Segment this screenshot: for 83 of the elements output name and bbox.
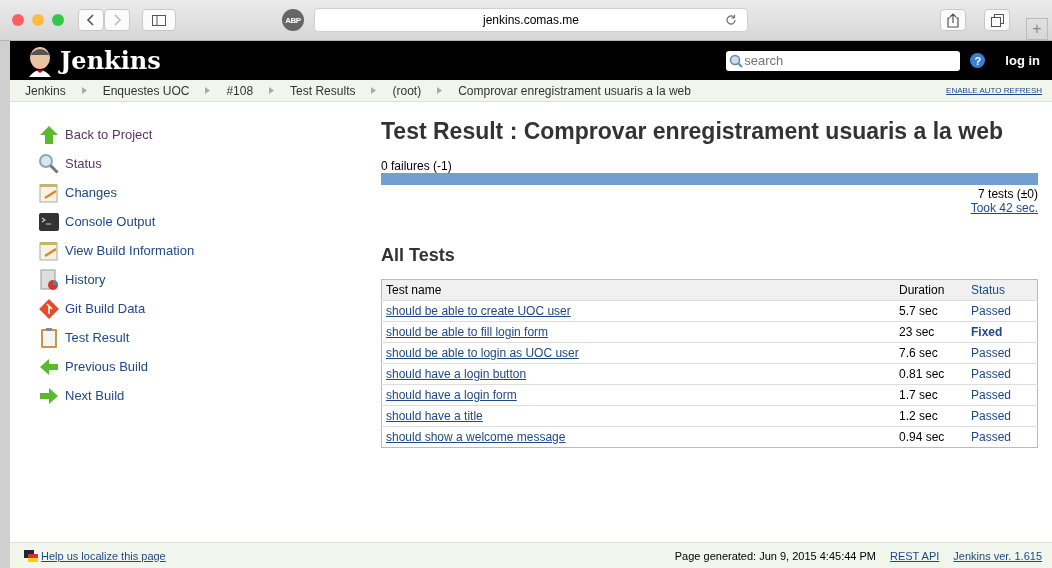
test-name-link[interactable]: should have a title bbox=[386, 409, 483, 423]
breadcrumb-link[interactable]: #108 bbox=[226, 83, 254, 98]
table-cell: 5.7 sec bbox=[895, 300, 967, 322]
caret-icon[interactable] bbox=[269, 87, 275, 94]
version-link[interactable]: Jenkins ver. 1.615 bbox=[953, 549, 1042, 562]
share-button[interactable] bbox=[940, 9, 966, 31]
status-cell: Passed bbox=[967, 405, 1038, 427]
column-header: Test name bbox=[381, 279, 895, 301]
butler-icon bbox=[26, 44, 54, 77]
status-cell: Passed bbox=[967, 426, 1038, 448]
status-cell: Fixed bbox=[967, 321, 1038, 343]
tabs-button[interactable] bbox=[984, 9, 1010, 31]
sidebar-icon[interactable] bbox=[152, 14, 166, 26]
caret-icon[interactable] bbox=[371, 87, 377, 94]
notepad-icon[interactable] bbox=[38, 239, 60, 262]
zoom-button[interactable] bbox=[52, 14, 64, 26]
caret-icon[interactable] bbox=[81, 87, 87, 94]
up-arrow-icon[interactable] bbox=[38, 123, 60, 146]
help-button[interactable]: ? bbox=[970, 53, 986, 68]
test-count: 7 tests (±0) bbox=[977, 187, 1038, 201]
sidebar-link[interactable]: Status bbox=[65, 156, 102, 171]
caret-icon[interactable] bbox=[205, 87, 211, 94]
magnifier-icon[interactable] bbox=[38, 152, 60, 175]
breadcrumb-link[interactable]: Enquestes UOC bbox=[102, 83, 190, 98]
caret-icon[interactable] bbox=[437, 87, 443, 94]
chevron-left-icon[interactable] bbox=[86, 14, 96, 26]
status-cell: Passed bbox=[967, 363, 1038, 385]
table-cell: 23 sec bbox=[895, 321, 967, 343]
table-cell: 1.2 sec bbox=[895, 405, 967, 427]
column-header: Status bbox=[967, 279, 1038, 301]
sidebar-link[interactable]: View Build Information bbox=[65, 243, 195, 258]
table-cell: 0.94 sec bbox=[895, 426, 967, 448]
notepad-icon[interactable] bbox=[38, 181, 60, 204]
breadcrumb-link[interactable]: Comprovar enregistrament usuaris a la web bbox=[458, 83, 691, 98]
search-field[interactable]: search bbox=[726, 50, 961, 71]
sidebar-link[interactable]: Previous Build bbox=[65, 359, 149, 374]
sidebar-link[interactable]: Console Output bbox=[65, 214, 156, 229]
reload-icon[interactable] bbox=[725, 14, 737, 26]
status-cell: Passed bbox=[967, 384, 1038, 406]
sidebar-button[interactable] bbox=[142, 9, 176, 31]
sidebar-link[interactable]: Git Build Data bbox=[65, 301, 146, 316]
localize-link[interactable]: Help us localize this page bbox=[41, 549, 166, 562]
test-name-link[interactable]: should be able to fill login form bbox=[386, 325, 549, 339]
login-link[interactable]: log in bbox=[1005, 53, 1040, 68]
duration-link[interactable]: Took 42 sec. bbox=[970, 201, 1038, 215]
adblock-badge[interactable]: ABP bbox=[282, 9, 304, 31]
forward-button[interactable] bbox=[104, 9, 130, 31]
share-icon[interactable] bbox=[947, 12, 959, 28]
jenkins-logo[interactable]: Jenkins bbox=[60, 46, 161, 75]
sidebar-link[interactable]: Back to Project bbox=[65, 127, 153, 142]
failures-count: 0 failures (-1) bbox=[381, 159, 453, 173]
table-cell: 1.7 sec bbox=[895, 384, 967, 406]
clipboard-icon[interactable] bbox=[38, 326, 60, 349]
page-title: Test Result : Comprovar enregistrament usuaris a la web bbox=[381, 118, 1005, 145]
auto-refresh-link[interactable]: ENABLE AUTO REFRESH bbox=[946, 86, 1042, 95]
breadcrumb-link[interactable]: Test Results bbox=[290, 83, 356, 98]
test-name-link[interactable]: should have a login button bbox=[386, 367, 527, 381]
terminal-icon[interactable] bbox=[38, 210, 60, 233]
address-bar[interactable]: jenkins.comas.me bbox=[314, 8, 748, 32]
column-header: Duration bbox=[895, 279, 967, 301]
status-cell: Passed bbox=[967, 300, 1038, 322]
tabs-icon[interactable] bbox=[990, 13, 1004, 27]
generated-time: Page generated: Jun 9, 2015 4:45:44 PM bbox=[674, 549, 876, 562]
test-name-link[interactable]: should be able to login as UOC user bbox=[386, 346, 579, 360]
sidebar-link[interactable]: Next Build bbox=[65, 388, 125, 403]
chart-icon[interactable] bbox=[38, 268, 60, 291]
table-cell: 0.81 sec bbox=[895, 363, 967, 385]
test-name-link[interactable]: should have a login form bbox=[386, 388, 517, 402]
sidebar-link[interactable]: History bbox=[65, 272, 106, 287]
back-button[interactable] bbox=[78, 9, 104, 31]
test-name-link[interactable]: should show a welcome message bbox=[386, 430, 566, 444]
status-cell: Passed bbox=[967, 342, 1038, 364]
flags-icon bbox=[24, 549, 38, 562]
rest-api-link[interactable]: REST API bbox=[890, 549, 940, 562]
breadcrumb-link[interactable]: (root) bbox=[392, 83, 422, 98]
close-button[interactable] bbox=[12, 14, 24, 26]
section-heading: All Tests bbox=[381, 245, 456, 266]
table-cell: 7.6 sec bbox=[895, 342, 967, 364]
test-name-link[interactable]: should be able to create UOC user bbox=[386, 304, 571, 318]
chevron-right-icon[interactable] bbox=[112, 14, 122, 26]
sidebar-link[interactable]: Test Result bbox=[65, 330, 130, 345]
sidebar-link[interactable]: Changes bbox=[65, 185, 118, 200]
breadcrumb-link[interactable]: Jenkins bbox=[25, 83, 66, 98]
